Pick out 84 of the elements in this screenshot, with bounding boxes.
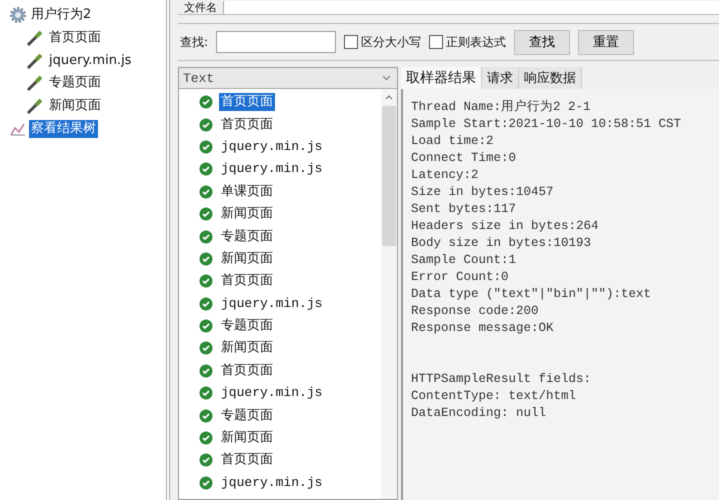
checkbox[interactable] (429, 35, 444, 49)
dropdown-value: Text (183, 70, 214, 86)
result-item[interactable]: jquery.min.js (219, 138, 324, 156)
checkbox-label: 正则表达式 (446, 34, 506, 50)
chevron-icon (382, 75, 391, 81)
result-item[interactable]: 首页页面 (219, 116, 275, 134)
shield-check-icon (199, 476, 213, 490)
search-label: 查找: (180, 34, 208, 50)
shield-check-icon (199, 95, 213, 110)
result-line: Sample Start:2021-10-10 10:58:51 CST (411, 116, 682, 133)
result-item[interactable]: 专题页面 (219, 228, 275, 246)
pipette-icon (26, 75, 44, 92)
tab[interactable]: 请求 (482, 67, 519, 89)
scroll-thumb[interactable] (382, 106, 396, 246)
tab[interactable]: 响应数据 (519, 67, 582, 89)
field-label: 文件名 (183, 2, 218, 14)
result-line: Size in bytes:10457 (411, 184, 555, 201)
tree-item[interactable]: 察看结果树 (29, 120, 98, 138)
renderer-dropdown[interactable]: Text (179, 68, 397, 89)
action-button[interactable]: 重置 (578, 30, 634, 54)
shield-check-icon (199, 431, 213, 446)
tree-item[interactable]: jquery.min.js (47, 52, 134, 70)
tree-item[interactable]: 新闻页面 (47, 97, 103, 116)
shield-check-icon (199, 230, 213, 244)
result-item[interactable]: 专题页面 (219, 317, 275, 336)
result-item[interactable]: 首页页面 (219, 93, 275, 112)
scroll-up-icon[interactable] (385, 95, 393, 100)
shield-check-icon (199, 184, 213, 199)
pipette-icon (26, 98, 44, 114)
result-item[interactable]: 新闻页面 (219, 339, 275, 358)
action-button[interactable]: 查找 (514, 30, 570, 54)
result-item[interactable]: 新闻页面 (219, 205, 275, 224)
result-line: Sent bytes:117 (411, 201, 518, 218)
result-item[interactable]: 首页页面 (219, 451, 275, 470)
result-line: Thread Name:用户行为2 2-1 (411, 99, 592, 116)
shield-check-icon (199, 453, 213, 468)
tree-item[interactable]: 专题页面 (47, 74, 103, 92)
scrollbar[interactable] (381, 89, 397, 499)
shield-check-icon (199, 252, 213, 266)
shield-check-icon (199, 140, 213, 154)
tree-item[interactable]: 首页页面 (47, 29, 103, 48)
chart-icon (10, 122, 26, 136)
result-item[interactable]: 首页页面 (219, 272, 275, 290)
result-line: DataEncoding: null (411, 405, 548, 422)
result-item[interactable]: jquery.min.js (219, 294, 324, 313)
tree-item[interactable]: 用户行为2 (29, 6, 94, 24)
filename-field[interactable] (223, 1, 719, 14)
search-field[interactable] (216, 31, 336, 53)
result-item[interactable]: 新闻页面 (219, 429, 275, 448)
result-line: Latency:2 (411, 167, 480, 184)
result-item[interactable]: jquery.min.js (219, 474, 324, 492)
result-item[interactable]: jquery.min.js (219, 384, 324, 402)
result-item[interactable]: 新闻页面 (219, 250, 275, 268)
shield-check-icon (199, 386, 213, 400)
shield-check-icon (199, 296, 213, 311)
shield-check-icon (199, 341, 213, 356)
result-line: ContentType: text/html (411, 388, 578, 405)
result-line: Body size in bytes:10193 (411, 235, 592, 252)
result-line: Sample Count:1 (411, 252, 518, 269)
pipette-icon (26, 30, 44, 46)
shield-check-icon (199, 162, 213, 176)
shield-check-icon (199, 274, 213, 288)
shield-check-icon (199, 118, 213, 132)
gear-icon (10, 7, 26, 24)
result-line: Headers size in bytes:264 (411, 218, 600, 235)
shield-check-icon (199, 319, 213, 334)
result-item[interactable]: jquery.min.js (219, 160, 324, 178)
pipette-icon (26, 52, 44, 69)
shield-check-icon (199, 364, 213, 378)
result-line: Error Count:0 (411, 269, 510, 286)
result-item[interactable]: 专题页面 (219, 406, 275, 425)
result-item[interactable]: 首页页面 (219, 362, 275, 380)
tab[interactable]: 取样器结果 (401, 67, 482, 89)
result-line: Load time:2 (411, 133, 495, 150)
result-line: Data type ("text"|"bin"|""):text (411, 286, 652, 303)
checkbox-label: 区分大小写 (361, 34, 422, 50)
result-line: Response code:200 (411, 303, 540, 320)
result-line: Response message:OK (411, 320, 555, 337)
result-line: Connect Time:0 (411, 150, 518, 167)
shield-check-icon (199, 207, 213, 222)
result-line: HTTPSampleResult fields: (411, 371, 592, 388)
result-item[interactable]: 单课页面 (219, 182, 275, 201)
checkbox[interactable] (344, 35, 358, 49)
shield-check-icon (199, 408, 213, 423)
